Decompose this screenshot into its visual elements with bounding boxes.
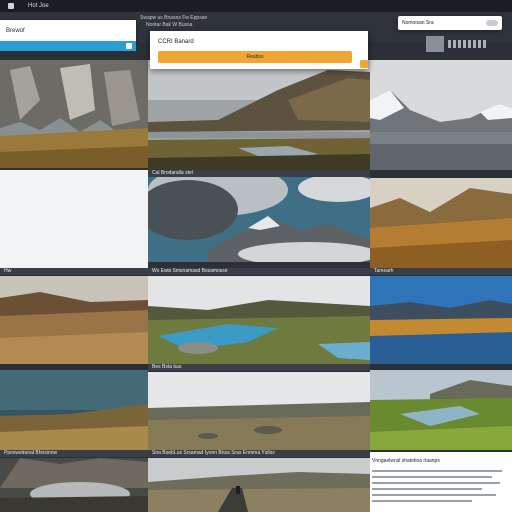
tab-favicon-icon <box>8 3 14 9</box>
caption-row5-left: Ppeswstranal Bhnsinnw <box>0 450 148 457</box>
empty-photo-placeholder[interactable] <box>0 170 148 270</box>
article-line <box>372 476 492 478</box>
photo-tile-rocky-plateau[interactable] <box>148 372 370 450</box>
browser-tab-bar: Hot Joe <box>0 0 512 12</box>
search-panel-accent-bar[interactable] <box>0 41 136 51</box>
photo-tile-sea-cliff[interactable] <box>0 370 148 450</box>
photo-tile-cliffs[interactable] <box>0 60 148 168</box>
article-panel: Vnngaelwnsl shatetioa rlaanps <box>370 452 512 512</box>
search-panel-title: Brewof <box>6 28 25 34</box>
article-line <box>372 488 482 490</box>
dialog-title: CCRI Banard <box>158 39 194 45</box>
caption-row3-right: Tamearh <box>370 268 512 275</box>
photo-tile-cloudy-peaks[interactable] <box>148 170 370 270</box>
header-strip-text-1: Swapw us Bnasos Fw Eppsan <box>140 15 208 21</box>
dialog-corner-handle-icon[interactable] <box>360 60 368 68</box>
caption-row2-mid: Cal Brodaralla stel <box>148 170 370 177</box>
settings-toggle[interactable] <box>486 20 498 26</box>
photo-tile-river-valley[interactable] <box>148 276 370 364</box>
article-line <box>372 500 472 502</box>
article-line <box>372 482 500 484</box>
caption-row4-mid: Bes Bsta bas <box>148 364 370 371</box>
expand-icon[interactable] <box>126 43 132 49</box>
photo-tile-coast-hills[interactable] <box>148 60 370 170</box>
slider-track[interactable] <box>448 40 488 48</box>
caption-row5-mid: Sna BoebLus Srsamad Iyonn Bnsa Sras Enmm… <box>148 450 370 457</box>
slider-knob-icon[interactable] <box>426 36 444 52</box>
slider-control[interactable] <box>426 34 492 54</box>
tab-label[interactable]: Hot Joe <box>28 1 49 11</box>
caption-row3-mid: Ws Ewis Smsnamasd Bssamosse <box>148 268 370 275</box>
caption-row3-left: Hw <box>0 268 148 275</box>
info-dialog: CCRI Banard Reatiso <box>150 31 368 69</box>
photo-tile-meadow-pond[interactable] <box>370 370 512 450</box>
photo-tile-moorland[interactable] <box>0 276 148 364</box>
dialog-action-button[interactable]: Reatiso <box>158 51 352 63</box>
photo-tile-misty-ravine[interactable] <box>0 458 148 512</box>
header-strip-text-2: Nontar Bak W Bussa <box>146 22 193 28</box>
settings-panel[interactable]: Nomoisan Sra <box>398 16 502 30</box>
article-title: Vnngaelwnsl shatetioa rlaanps <box>372 458 440 464</box>
article-line <box>372 470 502 472</box>
photo-tile-road[interactable] <box>148 458 370 512</box>
settings-panel-label: Nomoisan Sra <box>402 20 434 26</box>
photo-tile-snow-lake[interactable] <box>370 60 512 170</box>
photo-tile-blue-lake[interactable] <box>370 276 512 364</box>
article-line <box>372 494 496 496</box>
photo-tile-golden-hills[interactable] <box>370 178 512 270</box>
photo-gallery-page: Hot Joe Swapw us Bnasos Fw Eppsan Nontar… <box>0 0 512 512</box>
